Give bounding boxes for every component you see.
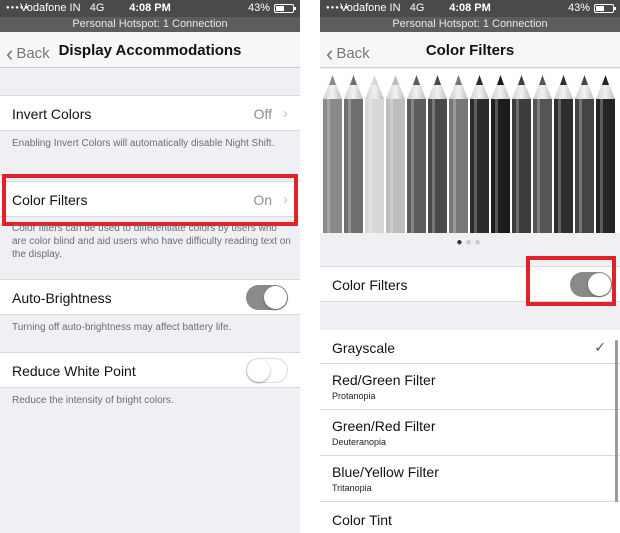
display-accommodations-screen: ●●●●● Vodafone IN 4G 4:08 PM 43% Persona… bbox=[0, 0, 300, 533]
battery-percent: 43% bbox=[247, 2, 270, 14]
checkmark-icon: ✓ bbox=[594, 339, 606, 355]
auto-brightness-label: Auto-Brightness bbox=[12, 290, 112, 306]
invert-colors-note: Enabling Invert Colors will automaticall… bbox=[12, 138, 275, 149]
invert-colors-value: Off bbox=[253, 106, 272, 122]
color-filters-toggle-label: Color Filters bbox=[332, 277, 408, 293]
page-title: Display Accommodations bbox=[58, 42, 242, 59]
toggle-knob bbox=[247, 359, 270, 382]
filter-option[interactable]: Green/Red Filter Deuteranopia bbox=[320, 410, 620, 456]
filter-option-name: Blue/Yellow Filter bbox=[332, 464, 439, 480]
battery-percent: 43% bbox=[567, 2, 590, 14]
filter-option-subtitle: Deuteranopia bbox=[332, 437, 387, 447]
filter-option[interactable]: Grayscale ✓ bbox=[320, 330, 620, 364]
filter-option[interactable]: Color Tint bbox=[320, 502, 620, 533]
toggle-highlight bbox=[526, 256, 616, 306]
status-bar: ●●●●● Vodafone IN 4G 4:08 PM 43% bbox=[320, 0, 620, 17]
auto-brightness-toggle[interactable] bbox=[246, 285, 288, 310]
nav-bar: ‹ Back Color Filters bbox=[320, 32, 620, 68]
reduce-white-point-toggle[interactable] bbox=[246, 358, 288, 383]
auto-brightness-row: Auto-Brightness bbox=[0, 279, 300, 315]
battery-icon bbox=[274, 4, 296, 13]
scrollbar[interactable] bbox=[615, 340, 618, 502]
color-filters-note: Color filters can be used to differentia… bbox=[12, 223, 291, 260]
reduce-white-point-note: Reduce the intensity of bright colors. bbox=[12, 395, 174, 406]
status-bar: ●●●●● Vodafone IN 4G 4:08 PM 43% bbox=[0, 0, 300, 17]
page-title: Color Filters bbox=[425, 42, 515, 59]
reduce-white-point-row: Reduce White Point bbox=[0, 352, 300, 388]
battery-icon bbox=[594, 4, 616, 13]
reduce-white-point-label: Reduce White Point bbox=[12, 363, 136, 379]
disclosure-arrow-icon: › bbox=[283, 105, 288, 122]
toggle-knob bbox=[264, 286, 287, 309]
color-filters-screen: ●●●●● Vodafone IN 4G 4:08 PM 43% Persona… bbox=[320, 0, 620, 533]
screenshot-divider bbox=[300, 0, 320, 533]
hotspot-banner[interactable]: Personal Hotspot: 1 Connection bbox=[0, 17, 300, 32]
invert-colors-label: Invert Colors bbox=[12, 106, 92, 122]
pencils-illustration bbox=[323, 75, 615, 233]
filter-option[interactable]: Blue/Yellow Filter Tritanopia bbox=[320, 456, 620, 502]
invert-colors-row[interactable]: Invert Colors Off › bbox=[0, 95, 300, 131]
filter-option[interactable]: Red/Green Filter Protanopia bbox=[320, 364, 620, 410]
auto-brightness-note: Turning off auto-brightness may affect b… bbox=[12, 322, 232, 333]
pencils-image[interactable] bbox=[320, 69, 620, 233]
filter-option-name: Red/Green Filter bbox=[332, 372, 436, 388]
page-indicator[interactable]: ●●● bbox=[320, 237, 620, 248]
filter-option-subtitle: Protanopia bbox=[332, 391, 376, 401]
filter-option-subtitle: Tritanopia bbox=[332, 483, 372, 493]
hotspot-banner[interactable]: Personal Hotspot: 1 Connection bbox=[320, 17, 620, 32]
filter-option-name: Color Tint bbox=[332, 512, 392, 528]
filter-option-name: Green/Red Filter bbox=[332, 418, 436, 434]
filter-option-name: Grayscale bbox=[332, 340, 396, 356]
color-filters-highlight bbox=[2, 174, 298, 226]
nav-bar: ‹ Back Display Accommodations bbox=[0, 32, 300, 68]
